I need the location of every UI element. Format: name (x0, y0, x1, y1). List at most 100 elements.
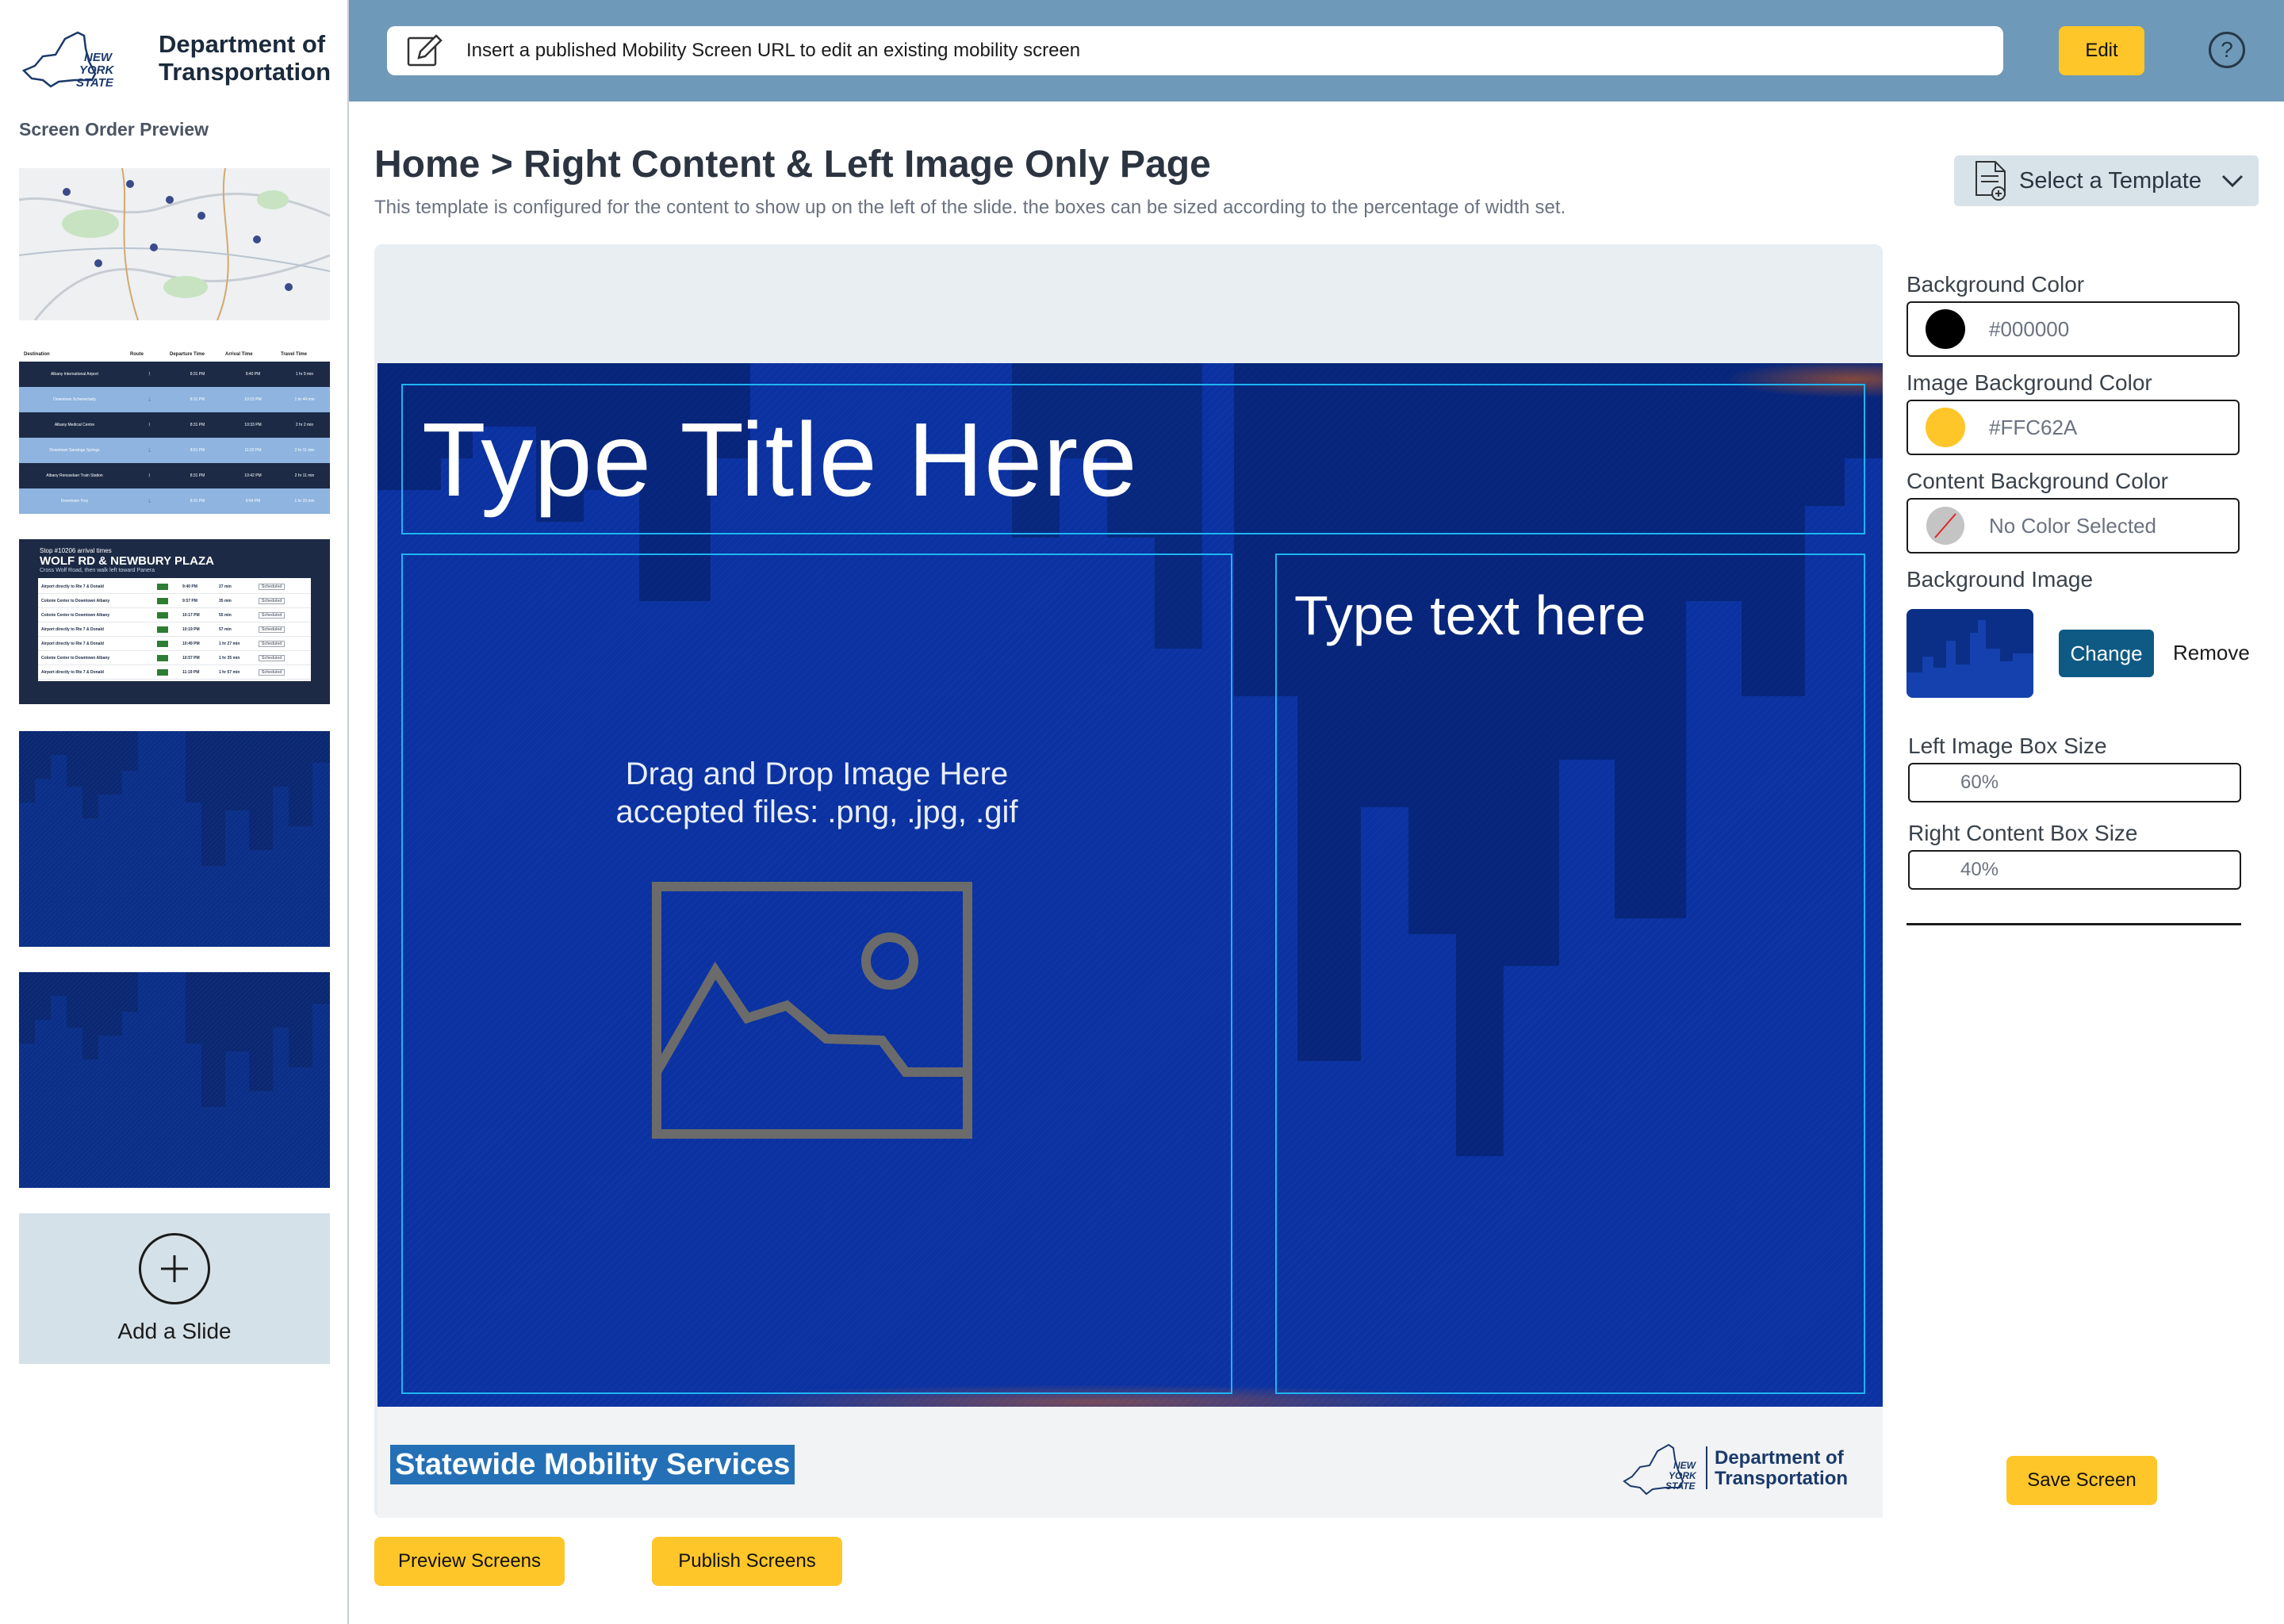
slide-thumbnail-blank-2[interactable] (19, 972, 330, 1188)
edit-button[interactable]: Edit (2059, 26, 2144, 75)
city-preview (19, 731, 330, 947)
svg-text:YORK: YORK (1669, 1470, 1697, 1481)
content-bg-color-label: Content Background Color (1907, 469, 2168, 493)
thumb-table-cell: 2 hr 2 min (295, 423, 314, 427)
thumb-table-rows: Albany International Airport 🚶 8:31 PM 9:40… (19, 362, 330, 514)
image-drop-instructions: Drag and Drop Image Here accepted files:… (403, 755, 1231, 831)
city-preview (19, 972, 330, 1188)
left-box-size-value: 60% (1960, 772, 1999, 793)
thumb-table-row: Downtown Schenectady 🚶 8:31 PM 10:15 PM 1 hr… (19, 387, 330, 412)
route-badge (157, 668, 168, 676)
walk-icon: 🚶 (147, 473, 153, 478)
publish-screens-button[interactable]: Publish Screens (652, 1537, 842, 1586)
thumb-stop-route: Colonie Center to Downtown Albany (41, 598, 110, 603)
thumb-stop-route: Colonie Center to Downtown Albany (41, 655, 110, 661)
thumb-stop-time: 10:17 PM (182, 612, 200, 618)
thumb-stop-wait: 35 min (219, 598, 232, 603)
change-image-button[interactable]: Change (2059, 630, 2154, 677)
thumb-stop-time: 9:40 PM (182, 584, 197, 589)
thumb-table-cell: 8:31 PM (190, 397, 205, 402)
brand-line-1: Department of (159, 30, 326, 58)
content-bg-color-value: No Color Selected (1989, 513, 2156, 538)
add-slide-button[interactable]: Add a Slide (19, 1213, 330, 1364)
thumb-stop-row: Airport directly to Rte 7 & Donald 10:19 … (38, 622, 311, 637)
thumb-table-cell: Albany Medical Centre (54, 423, 95, 427)
thumb-stop-wait: 57 min (219, 626, 232, 632)
route-badge (157, 597, 168, 604)
thumb-stop-wait: 27 min (219, 584, 232, 589)
background-color-label: Background Color (1907, 272, 2085, 297)
thumb-table-cell: Albany Rensselaer Train Station (46, 473, 103, 478)
thumb-stop-row: Colonie Center to Downtown Albany 9:57 PM… (38, 594, 311, 608)
thumb-stop-row: Colonie Center to Downtown Albany 10:17 P… (38, 608, 311, 622)
slide-thumbnail-map[interactable] (19, 168, 330, 320)
slide-title-field[interactable]: Type Title Here (401, 384, 1865, 534)
image-bg-color-label: Image Background Color (1907, 370, 2152, 395)
slide-thumbnail-departures[interactable]: Destination Route Departure Time Arrival… (19, 347, 330, 514)
svg-text:NEW: NEW (1673, 1460, 1697, 1471)
route-badge (157, 654, 168, 661)
thumb-stop-route: Airport directly to Rte 7 & Donald (41, 669, 104, 675)
map-preview (19, 168, 330, 320)
thumb-table-row: Albany International Airport 🚶 8:31 PM 9:40… (19, 362, 330, 387)
screen-url-input[interactable]: Insert a published Mobility Screen URL t… (387, 26, 2003, 75)
left-box-size-input[interactable]: 60% (1908, 763, 2241, 802)
panel-divider (1907, 923, 2241, 925)
plus-circle-icon (139, 1233, 210, 1304)
walk-icon: 🚶 (147, 397, 153, 402)
thumb-stop-line: Stop #10206 arrival times (40, 547, 112, 554)
brand: NEW YORK STATE Department of Transportat… (19, 22, 336, 94)
image-bg-color-swatch (1926, 408, 1965, 447)
thumb-stop-wait: 1 hr 57 min (219, 669, 240, 675)
remove-image-button[interactable]: Remove (2173, 641, 2250, 665)
thumb-table-cell: 1 hr 9 min (295, 372, 314, 377)
template-select-label: Select a Template (2019, 167, 2202, 193)
content-bg-color-field[interactable]: No Color Selected (1907, 498, 2240, 553)
thumb-table-cell: 10:15 PM (244, 397, 262, 402)
background-color-field[interactable]: #000000 (1907, 301, 2240, 357)
thumb-table-cell: 10:42 PM (244, 473, 262, 478)
thumb-table-header: Destination Route Departure Time Arrival… (19, 347, 330, 362)
thumb-stop-time: 10:49 PM (182, 641, 200, 646)
thumb-col-departure: Departure Time (170, 352, 205, 357)
help-icon[interactable]: ? (2209, 32, 2245, 68)
thumb-stop-table: Airport directly to Rte 7 & Donald 9:40 P… (38, 578, 311, 681)
thumb-stop-subtitle: Cross Wolf Road, then walk left toward P… (40, 568, 155, 573)
brand-line-2: Transportation (159, 58, 331, 86)
background-color-value: #000000 (1989, 316, 2070, 341)
document-add-icon (1976, 161, 2006, 201)
preview-screens-button[interactable]: Preview Screens (374, 1537, 565, 1586)
save-screen-button[interactable]: Save Screen (2006, 1456, 2157, 1505)
thumb-stop-title: WOLF RD & NEWBURY PLAZA (40, 554, 214, 568)
content-text-field[interactable]: Type text here (1275, 553, 1865, 1394)
thumb-stop-route: Airport directly to Rte 7 & Donald (41, 584, 104, 589)
thumb-table-cell: 1 hr 23 min (294, 499, 315, 504)
thumb-stop-time: 10:19 PM (182, 626, 200, 632)
thumb-table-cell: 8:31 PM (190, 372, 205, 377)
right-box-size-value: 40% (1960, 859, 1999, 880)
thumb-table-cell: 2 hr 11 min (294, 473, 315, 478)
image-drop-zone[interactable]: Drag and Drop Image Here accepted files:… (401, 553, 1232, 1394)
thumb-table-row: Downtown Saratoga Springs 🚶 8:51 PM 11:02 P… (19, 438, 330, 463)
background-image-label: Background Image (1907, 567, 2094, 592)
image-bg-color-value: #FFC62A (1989, 415, 2078, 439)
right-box-size-input[interactable]: 40% (1908, 850, 2241, 890)
slide-thumbnail-blank-1[interactable] (19, 731, 330, 947)
thumb-table-cell: 8:51 PM (190, 448, 205, 453)
statewide-mobility-label: Statewide Mobility Services (390, 1445, 795, 1484)
thumb-stop-status: Scheduled (259, 668, 286, 676)
nysdot-footer-logo: NEW YORK STATE Department of Transportat… (1623, 1443, 1848, 1496)
thumb-table-cell: 9:54 PM (245, 499, 261, 504)
image-bg-color-field[interactable]: #FFC62A (1907, 400, 2240, 455)
template-select[interactable]: Select a Template (1954, 155, 2259, 206)
thumb-table-cell: 2 hr 11 min (294, 448, 315, 453)
thumb-col-destination: Destination (24, 352, 50, 357)
slide-thumbnail-stop[interactable]: Stop #10206 arrival times WOLF RD & NEWB… (19, 539, 330, 704)
thumb-stop-status: Scheduled (259, 654, 286, 661)
thumb-stop-wait: 55 min (219, 612, 232, 618)
thumb-table-cell: 8:31 PM (190, 423, 205, 427)
thumb-stop-header: Stop #10206 arrival times WOLF RD & NEWB… (19, 539, 330, 573)
svg-text:NEW: NEW (84, 51, 113, 64)
city-preview (1907, 609, 2033, 698)
thumb-table-row: Downtown Troy 🚶 8:31 PM 9:54 PM 1 hr 23 min (19, 488, 330, 514)
